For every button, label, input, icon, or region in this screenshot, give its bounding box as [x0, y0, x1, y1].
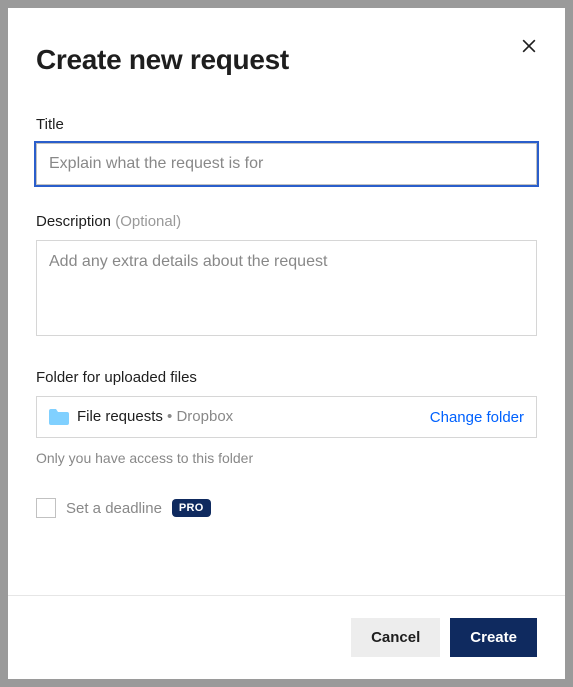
deadline-label: Set a deadline [66, 500, 162, 517]
optional-hint: (Optional) [115, 213, 181, 230]
close-icon [519, 36, 539, 56]
cancel-button[interactable]: Cancel [351, 618, 440, 657]
create-request-modal: Create new request Title Description (Op… [8, 8, 565, 679]
modal-header: Create new request [36, 36, 537, 76]
description-field-group: Description (Optional) [36, 213, 537, 341]
modal-title: Create new request [36, 44, 289, 76]
folder-box: File requests • Dropbox Change folder [36, 396, 537, 438]
folder-text-wrapper: File requests • Dropbox [77, 408, 233, 426]
description-label-text: Description [36, 213, 111, 230]
close-button[interactable] [515, 32, 543, 63]
change-folder-link[interactable]: Change folder [430, 409, 524, 426]
access-note: Only you have access to this folder [36, 450, 537, 466]
deadline-checkbox[interactable] [36, 498, 56, 518]
folder-path: Dropbox [176, 408, 233, 425]
deadline-row: Set a deadline PRO [36, 498, 537, 518]
modal-body: Create new request Title Description (Op… [8, 8, 565, 595]
title-field-group: Title [36, 116, 537, 185]
create-button[interactable]: Create [450, 618, 537, 657]
folder-separator: • [163, 408, 177, 425]
description-label: Description (Optional) [36, 213, 537, 230]
folder-label: Folder for uploaded files [36, 369, 537, 386]
modal-footer: Cancel Create [8, 595, 565, 679]
folder-name: File requests [77, 408, 163, 425]
folder-icon [49, 409, 69, 425]
pro-badge: PRO [172, 499, 211, 517]
folder-field-group: Folder for uploaded files File requests … [36, 369, 537, 438]
description-input[interactable] [36, 240, 537, 336]
title-input[interactable] [36, 143, 537, 185]
title-label: Title [36, 116, 537, 133]
